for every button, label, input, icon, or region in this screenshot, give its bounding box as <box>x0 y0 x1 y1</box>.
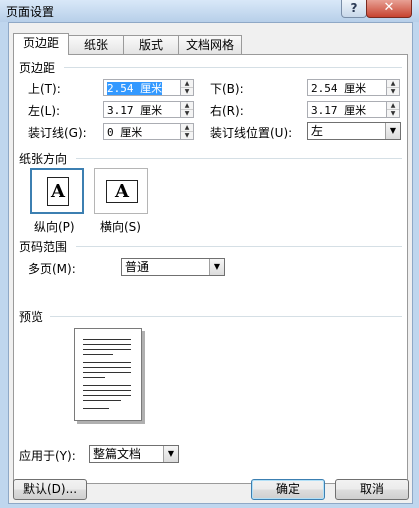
margins-section-label: 页边距 <box>19 61 56 75</box>
gutter-position-select[interactable]: 左 ▼ <box>307 122 401 140</box>
spin-down-icon[interactable]: ▼ <box>181 132 193 139</box>
page-preview <box>74 328 142 421</box>
dropdown-arrow-icon[interactable]: ▼ <box>163 446 178 462</box>
multiple-pages-value: 普通 <box>125 260 150 274</box>
landscape-page-icon: A <box>106 180 138 203</box>
bottom-margin-input[interactable]: 2.54 厘米 <box>307 79 387 96</box>
portrait-label[interactable]: 纵向(P) <box>34 218 75 235</box>
preview-text-line <box>83 400 121 401</box>
portrait-option[interactable]: A <box>30 168 84 214</box>
bottom-margin-label: 下(B): <box>210 82 244 96</box>
gutter-input[interactable]: 0 厘米 <box>103 123 181 140</box>
apply-to-label: 应用于(Y): <box>19 449 76 463</box>
apply-to-value: 整篇文档 <box>93 447 142 461</box>
top-margin-value: 2.54 厘米 <box>107 82 163 95</box>
window-title: 页面设置 <box>6 5 55 19</box>
preview-text-line <box>83 372 131 373</box>
spin-down-icon[interactable]: ▼ <box>387 110 399 117</box>
preview-divider <box>50 316 402 317</box>
preview-text-line <box>83 339 131 340</box>
cancel-button[interactable]: 取消 <box>335 479 409 500</box>
spin-down-icon[interactable]: ▼ <box>387 88 399 95</box>
margins-divider <box>64 67 402 68</box>
right-margin-label: 右(R): <box>210 104 244 118</box>
orientation-section-label: 纸张方向 <box>19 152 68 166</box>
multiple-pages-label: 多页(M): <box>28 262 76 276</box>
spin-up-icon[interactable]: ▲ <box>181 124 193 132</box>
spin-up-icon[interactable]: ▲ <box>181 102 193 110</box>
tab-doc-grid[interactable]: 文档网格 <box>178 35 242 54</box>
spin-down-icon[interactable]: ▼ <box>181 88 193 95</box>
portrait-page-icon: A <box>47 177 69 206</box>
help-button[interactable]: ? <box>341 0 367 18</box>
tab-layout[interactable]: 版式 <box>123 35 179 54</box>
preview-text-line <box>83 367 131 368</box>
close-button[interactable]: ✕ <box>366 0 412 18</box>
preview-text-line <box>83 354 113 355</box>
multiple-pages-select[interactable]: 普通 ▼ <box>121 258 225 276</box>
preview-text-line <box>83 377 105 378</box>
top-margin-label: 上(T): <box>28 82 61 96</box>
preview-text-line <box>83 385 131 386</box>
spin-down-icon[interactable]: ▼ <box>181 110 193 117</box>
spin-up-icon[interactable]: ▲ <box>387 80 399 88</box>
ok-button[interactable]: 确定 <box>251 479 325 500</box>
tab-panel-margins: 页边距 上(T): 2.54 厘米 ▲ ▼ 下(B): 2.54 厘米 ▲ ▼ … <box>13 54 408 484</box>
preview-text-line <box>83 344 131 345</box>
landscape-label[interactable]: 横向(S) <box>100 218 141 235</box>
top-margin-input[interactable]: 2.54 厘米 <box>103 79 181 96</box>
gutter-position-value: 左 <box>311 124 324 138</box>
top-margin-spinner[interactable]: ▲ ▼ <box>180 79 194 96</box>
bottom-margin-spinner[interactable]: ▲ ▼ <box>386 79 400 96</box>
preview-text-line <box>83 362 131 363</box>
right-margin-spinner[interactable]: ▲ ▼ <box>386 101 400 118</box>
landscape-option[interactable]: A <box>94 168 148 214</box>
preview-text-line <box>83 349 131 350</box>
left-margin-label: 左(L): <box>28 104 61 118</box>
dialog-body: 页边距 纸张 版式 文档网格 页边距 上(T): 2.54 厘米 ▲ ▼ 下(B… <box>8 22 413 504</box>
default-button[interactable]: 默认(D)... <box>13 479 87 500</box>
orientation-divider <box>76 158 402 159</box>
left-margin-spinner[interactable]: ▲ ▼ <box>180 101 194 118</box>
gutter-position-label: 装订线位置(U): <box>210 126 293 140</box>
spin-up-icon[interactable]: ▲ <box>387 102 399 110</box>
tab-paper[interactable]: 纸张 <box>68 35 124 54</box>
apply-to-select[interactable]: 整篇文档 ▼ <box>89 445 179 463</box>
gutter-spinner[interactable]: ▲ ▼ <box>180 123 194 140</box>
left-margin-input[interactable]: 3.17 厘米 <box>103 101 181 118</box>
preview-text-line <box>83 390 131 391</box>
tab-margins[interactable]: 页边距 <box>13 33 69 55</box>
spin-up-icon[interactable]: ▲ <box>181 80 193 88</box>
preview-text-line <box>83 408 109 409</box>
gutter-label: 装订线(G): <box>28 126 87 140</box>
preview-text-line <box>83 395 131 396</box>
dropdown-arrow-icon[interactable]: ▼ <box>385 123 400 139</box>
dropdown-arrow-icon[interactable]: ▼ <box>209 259 224 275</box>
pages-section-label: 页码范围 <box>19 240 68 254</box>
title-bar: 页面设置 ? ✕ <box>0 0 419 22</box>
preview-section-label: 预览 <box>19 310 44 324</box>
right-margin-input[interactable]: 3.17 厘米 <box>307 101 387 118</box>
pages-divider <box>76 246 402 247</box>
